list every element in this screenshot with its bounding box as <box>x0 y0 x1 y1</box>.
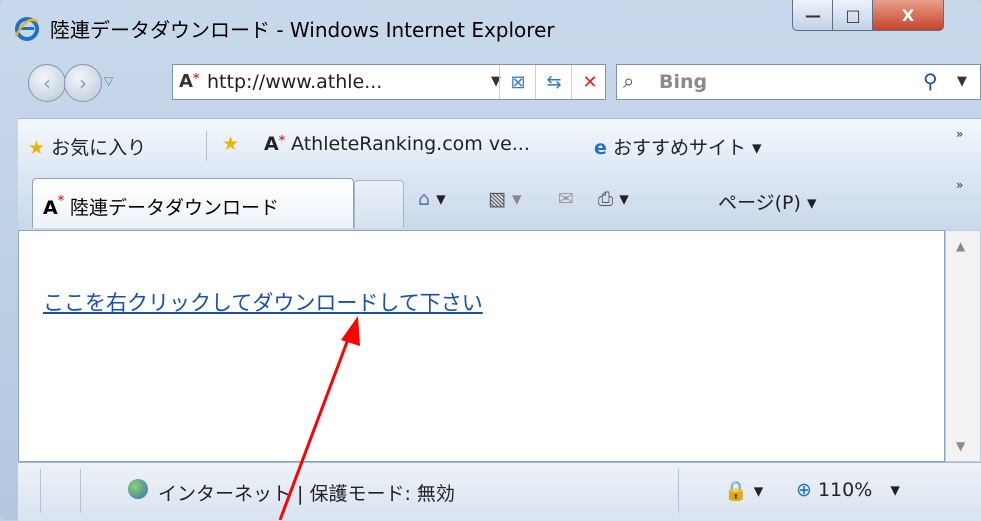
ie-window: 陸連データダウンロード - Windows Internet Explorer … <box>0 0 981 521</box>
annotation-arrow <box>278 316 360 520</box>
